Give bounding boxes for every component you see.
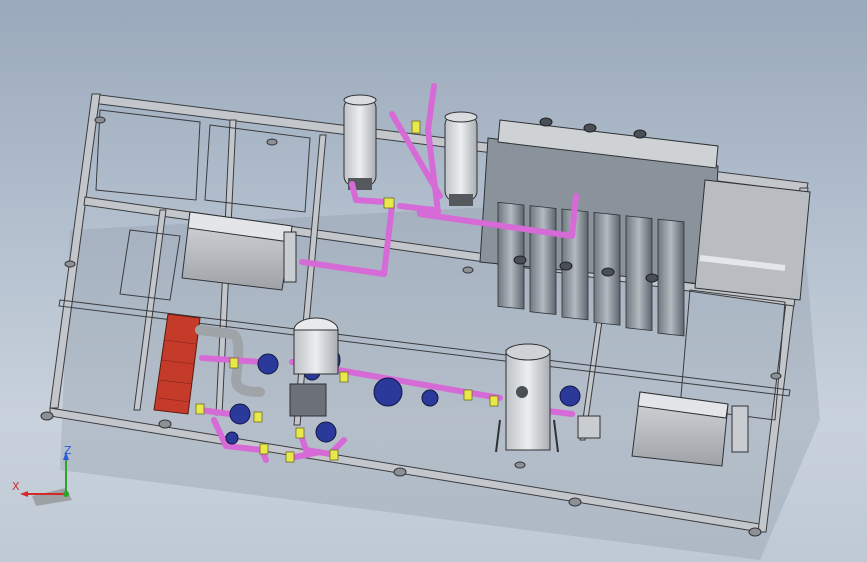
axis-z-label: Z [64, 444, 72, 457]
orientation-triad-icon: X Z [12, 444, 72, 506]
cad-viewport[interactable]: X Z [0, 0, 867, 562]
cartridge-filter-left[interactable] [343, 94, 377, 190]
upper-tank[interactable] [181, 211, 293, 291]
lower-right-tank[interactable] [631, 391, 729, 467]
axis-x-label: X [12, 480, 20, 493]
cartridge-filter-right[interactable] [444, 111, 478, 206]
assembly-model[interactable] [0, 0, 867, 562]
